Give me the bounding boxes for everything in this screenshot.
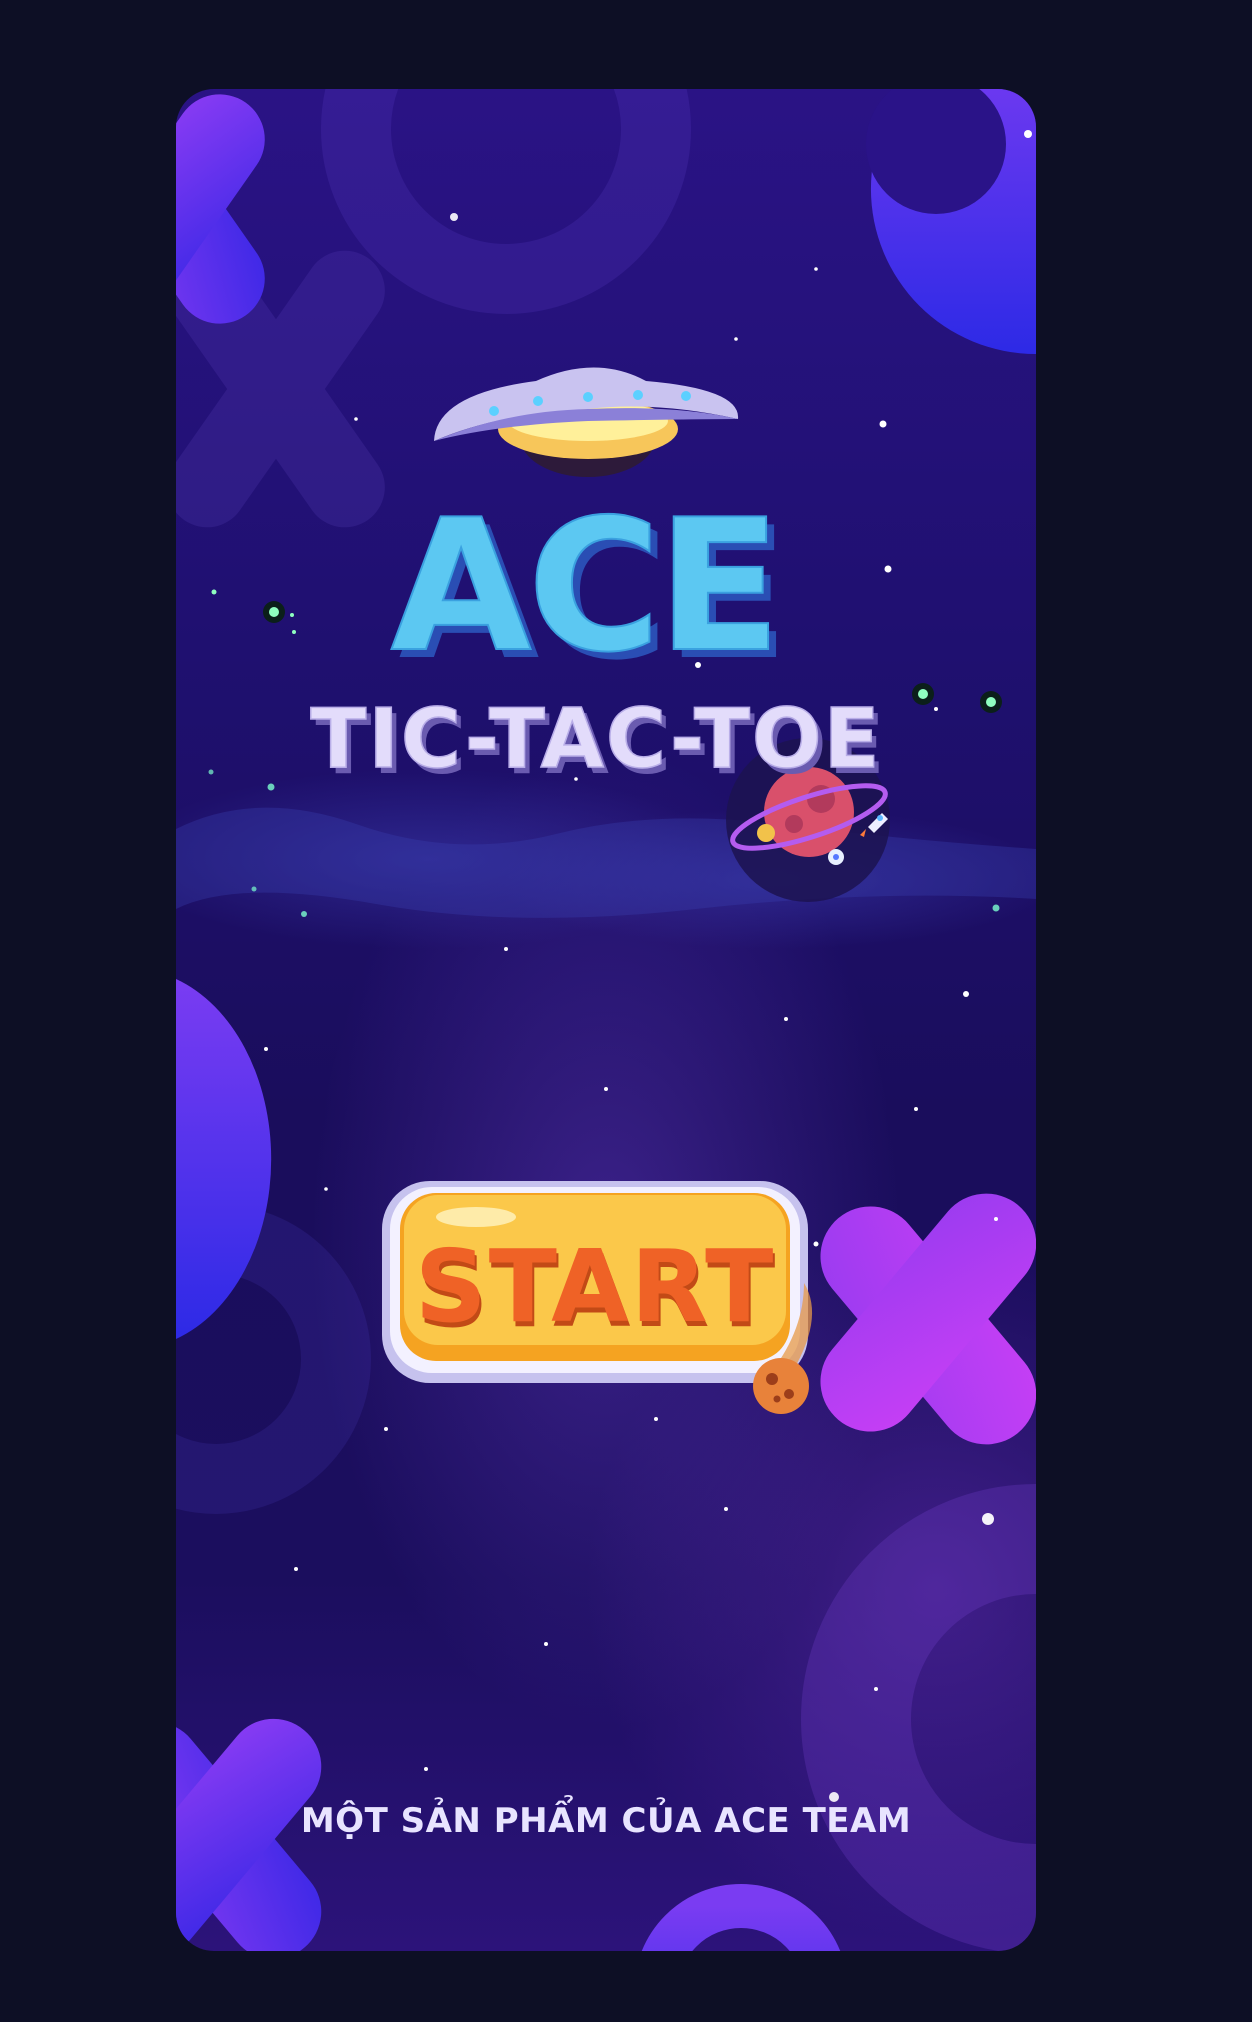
footer-layer: MỘT SẢN PHẨM CỦA ACE TEAM: [301, 1795, 911, 1841]
game-start-screen: ACE ACE TIC-TAC-TOE TIC-TAC-TOE START ST…: [176, 89, 1036, 1951]
footer-credit: MỘT SẢN PHẨM CỦA ACE TEAM: [301, 1795, 911, 1841]
